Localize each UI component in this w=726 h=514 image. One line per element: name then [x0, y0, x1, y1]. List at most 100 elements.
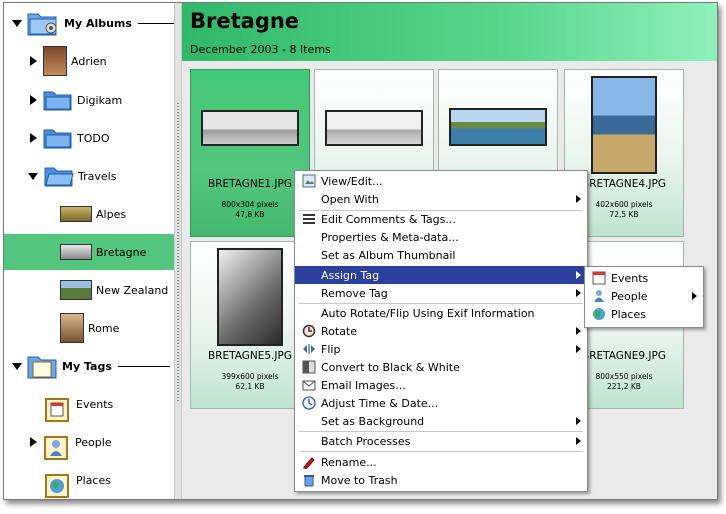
album-item-rome[interactable]: Rome [4, 310, 174, 346]
album-label: TODO [77, 131, 110, 145]
albums-root[interactable]: My Albums [4, 5, 180, 41]
tags-header: My Tags [62, 359, 112, 373]
album-item-new-zealand[interactable]: New Zealand [4, 272, 174, 308]
tag-item-people[interactable]: People [4, 424, 174, 460]
submenu-arrow-icon [576, 289, 581, 297]
assign-tag-submenu: Events People Places [584, 266, 704, 328]
album-banner: Bretagne December 2003 - 8 Items [182, 3, 717, 61]
clock-icon [301, 395, 317, 411]
submenu-arrow-icon [576, 327, 581, 335]
rename-icon [301, 454, 317, 470]
submenu-tag-people[interactable]: People [585, 287, 703, 305]
image-thumbnail[interactable] [201, 110, 299, 146]
album-thumbnail [60, 244, 92, 260]
menu-batch-processes[interactable]: Batch Processes [295, 432, 587, 450]
album-item-bretagne[interactable]: Bretagne [4, 234, 174, 270]
image-context-menu: View/Edit... Open With Edit Comments & T… [294, 170, 588, 492]
menu-properties[interactable]: Properties & Meta-data... [295, 228, 587, 246]
menu-separator [299, 451, 583, 452]
submenu-tag-events[interactable]: Events [585, 269, 703, 287]
events-tag-icon [591, 270, 607, 286]
submenu-arrow-icon [576, 345, 581, 353]
expand-arrow-icon[interactable] [30, 133, 37, 143]
menu-open-with[interactable]: Open With [295, 190, 587, 208]
image-thumbnail[interactable] [325, 110, 423, 146]
people-tag-icon [41, 431, 71, 460]
album-item-alpes[interactable]: Alpes [4, 196, 174, 232]
submenu-arrow-icon [692, 292, 697, 300]
album-label: Travels [78, 169, 117, 183]
menu-auto-rotate[interactable]: Auto Rotate/Flip Using Exif Information [295, 304, 587, 322]
albums-folder-icon [26, 8, 60, 38]
album-subtitle: December 2003 - 8 Items [190, 43, 331, 56]
album-tree: My Albums Adrien Digikam TODO Travels Al… [4, 3, 180, 499]
menu-assign-tag[interactable]: Assign Tag [295, 266, 587, 284]
image-thumbnail[interactable] [591, 76, 657, 174]
album-title: Bretagne [190, 9, 300, 33]
album-item-digikam[interactable]: Digikam [4, 82, 174, 118]
menu-view-edit[interactable]: View/Edit... [295, 172, 587, 190]
submenu-arrow-icon [576, 271, 581, 279]
image-dimensions: 800x304 pixels [221, 200, 279, 209]
menu-rename[interactable]: Rename... [295, 453, 587, 471]
panel-splitter[interactable] [174, 3, 182, 499]
menu-move-to-trash[interactable]: Move to Trash [295, 471, 587, 489]
album-label: Rome [88, 321, 120, 335]
tag-label: People [75, 435, 112, 449]
collapse-arrow-icon[interactable] [12, 19, 22, 27]
section-divider [117, 365, 170, 367]
menu-remove-tag[interactable]: Remove Tag [295, 284, 587, 302]
album-item-adrien[interactable]: Adrien [4, 43, 174, 79]
menu-flip[interactable]: Flip [295, 340, 587, 358]
menu-set-album-thumbnail[interactable]: Set as Album Thumbnail [295, 246, 587, 264]
album-label: Adrien [71, 54, 107, 68]
image-card-bretagne5[interactable]: BRETAGNE5.JPG 399x600 pixels 62,1 KB [190, 241, 310, 409]
image-dimensions: 399x600 pixels [221, 372, 279, 381]
comments-icon [301, 211, 317, 227]
image-filename: BRETAGNE1.JPG [208, 178, 292, 190]
album-label: New Zealand [96, 283, 169, 297]
menu-black-white[interactable]: Convert to Black & White [295, 358, 587, 376]
collapse-arrow-icon[interactable] [12, 362, 22, 370]
view-edit-icon [301, 173, 317, 189]
menu-edit-comments-tags[interactable]: Edit Comments & Tags... [295, 210, 587, 228]
tag-label: Places [76, 473, 111, 487]
menu-adjust-time[interactable]: Adjust Time & Date... [295, 394, 587, 412]
submenu-tag-places[interactable]: Places [585, 305, 703, 323]
image-filesize: 47,8 KB [235, 210, 265, 219]
menu-rotate[interactable]: Rotate [295, 322, 587, 340]
image-filesize: 62,1 KB [235, 382, 265, 391]
collapse-arrow-icon[interactable] [28, 172, 38, 180]
tags-root[interactable]: My Tags [4, 348, 174, 384]
tag-item-places[interactable]: Places [4, 462, 174, 498]
events-tag-icon [42, 393, 72, 422]
image-filename: BRETAGNE5.JPG [208, 350, 292, 362]
albums-header: My Albums [64, 16, 132, 30]
image-thumbnail[interactable] [217, 248, 283, 346]
open-folder-icon [44, 165, 74, 187]
tag-label: Events [76, 397, 114, 411]
menu-set-background[interactable]: Set as Background [295, 412, 587, 430]
menu-email-images[interactable]: Email Images... [295, 376, 587, 394]
expand-arrow-icon[interactable] [30, 95, 37, 105]
black-white-icon [301, 359, 317, 375]
submenu-arrow-icon [576, 417, 581, 425]
flip-icon [301, 341, 317, 357]
image-thumbnail[interactable] [449, 108, 547, 146]
album-item-travels[interactable]: Travels [4, 158, 174, 194]
people-tag-icon [591, 288, 607, 304]
tag-item-events[interactable]: Events [4, 386, 174, 422]
trash-icon [301, 472, 317, 488]
album-thumbnail [60, 206, 92, 222]
folder-icon [43, 89, 73, 111]
submenu-arrow-icon [576, 437, 581, 445]
rotate-icon [301, 323, 317, 339]
album-item-todo[interactable]: TODO [4, 120, 174, 156]
tags-folder-icon [26, 351, 58, 381]
image-card-bretagne1[interactable]: BRETAGNE1.JPG 800x304 pixels 47,8 KB [190, 69, 310, 237]
album-label: Digikam [77, 93, 123, 107]
expand-arrow-icon[interactable] [30, 437, 37, 447]
expand-arrow-icon[interactable] [30, 56, 37, 66]
folder-icon [43, 127, 73, 149]
album-thumbnail [43, 46, 67, 76]
